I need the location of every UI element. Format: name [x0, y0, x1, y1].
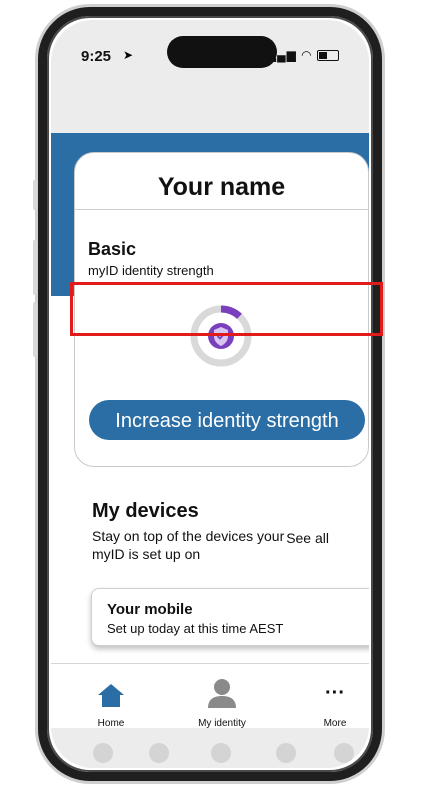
nav-home[interactable]: Home [61, 664, 161, 729]
screen: 9:25 ➤ ▂▄▆ ◠ Your name Basic myID identi… [51, 20, 369, 768]
side-button [33, 180, 37, 210]
device-title: Your mobile [107, 601, 193, 618]
phone-frame: 9:25 ➤ ▂▄▆ ◠ Your name Basic myID identi… [38, 7, 382, 781]
home-icon [98, 684, 124, 707]
highlight-box [70, 282, 383, 336]
dot [334, 743, 354, 763]
battery-icon [317, 50, 339, 62]
more-icon: ··· [325, 682, 345, 704]
dot [276, 743, 296, 763]
dot [149, 743, 169, 763]
user-name: Your name [157, 173, 286, 201]
devices-description: Stay on top of the devices your myID is … [92, 528, 285, 562]
device-card[interactable]: Your mobile Set up today at this time AE… [91, 588, 369, 646]
status-icons: ▂▄▆ ◠ [267, 48, 339, 62]
system-tray [51, 728, 369, 768]
device-subtitle: Set up today at this time AEST [107, 621, 284, 636]
identity-level: Basic [88, 239, 137, 259]
wifi-icon: ◠ [301, 48, 313, 62]
side-button [33, 302, 37, 357]
nav-more[interactable]: ··· More [285, 664, 369, 729]
see-all-link[interactable]: See all [286, 530, 329, 546]
identity-strength-label: myID identity strength [88, 263, 214, 278]
bottom-nav: Home My identity ··· More [51, 664, 369, 729]
status-bar: 9:25 ➤ ▂▄▆ ◠ [51, 20, 369, 110]
increase-identity-strength-button[interactable]: Increase identity strength [89, 400, 365, 440]
signal-icon: ▂▄▆ [266, 48, 297, 62]
person-icon [208, 679, 236, 708]
nav-my-identity[interactable]: My identity [172, 664, 272, 729]
side-button [33, 240, 37, 295]
dot [211, 743, 231, 763]
location-arrow-icon: ➤ [123, 48, 134, 62]
divider [75, 209, 368, 210]
status-time: 9:25 [81, 48, 112, 65]
devices-heading: My devices [92, 500, 199, 522]
dot [93, 743, 113, 763]
dynamic-island [167, 36, 277, 68]
